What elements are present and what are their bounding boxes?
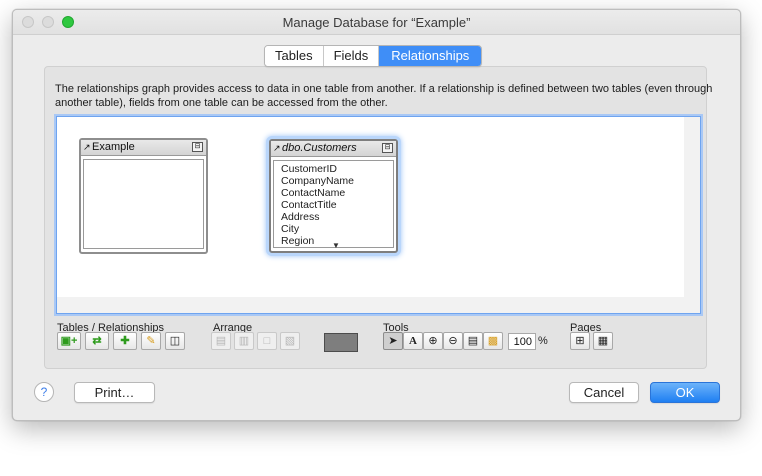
align-icon: ▤ [215,335,227,347]
field-item[interactable]: ContactName [281,187,393,199]
help-button[interactable]: ? [34,382,54,402]
page-layout-button[interactable]: ▦ [593,332,613,350]
align-button[interactable]: ▤ [211,332,231,350]
zoom-out-icon: ⊖ [448,335,458,347]
table-name: Example [92,141,135,153]
scroll-down-arrow-icon[interactable]: ▼ [332,241,340,250]
bar-chart-icon: ▩ [487,335,499,347]
collapse-toggle-icon[interactable]: ⊟ [382,143,393,153]
distribute-button[interactable]: ▥ [234,332,254,350]
pointer-tool-button[interactable]: ➤ [383,332,403,350]
relationships-graph[interactable]: ↗ Example ⊟ ↗ dbo.Customers ⊟ CustomerID… [57,117,684,297]
collapse-tables-button[interactable]: ▧ [280,332,300,350]
text-tool-button[interactable]: A [403,332,423,350]
edit-button[interactable]: ✎ [141,332,161,350]
title-bar[interactable]: Manage Database for “Example” [13,10,740,35]
zoom-out-button[interactable]: ⊖ [443,332,463,350]
table-occurrence-example[interactable]: ↗ Example ⊟ [79,138,208,254]
manage-database-window: Manage Database for “Example” Tables Fie… [12,9,741,421]
field-list-area[interactable]: CustomerID CompanyName ContactName Conta… [273,160,394,250]
page-setup-icon: ▤ [467,335,479,347]
add-table-button[interactable]: ▣+ [57,332,81,350]
page-layout-icon: ▦ [597,335,609,347]
tab-tables[interactable]: Tables [265,46,324,66]
window-title: Manage Database for “Example” [282,15,471,30]
tab-fields[interactable]: Fields [323,46,380,66]
distribute-icon: ▥ [238,335,250,347]
field-list: CustomerID CompanyName ContactName Conta… [274,161,393,247]
add-relationship-icon: ⇄ [92,335,102,347]
show-page-breaks-button[interactable]: ⊞ [570,332,590,350]
add-relationship-button[interactable]: ⇄ [85,332,109,350]
pencil-icon: ✎ [146,335,156,347]
external-link-arrow-icon: ↗ [83,142,91,152]
resize-button[interactable]: □ [257,332,277,350]
page-setup-button[interactable]: ▤ [463,332,483,350]
resize-icon: □ [263,335,271,347]
table-occurrence-dbo-customers[interactable]: ↗ dbo.Customers ⊟ CustomerID CompanyName… [269,139,398,253]
delete-button[interactable]: ◫ [165,332,185,350]
duplicate-button[interactable]: ✚ [113,332,137,350]
field-item[interactable]: ContactTitle [281,199,393,211]
zoom-in-icon: ⊕ [428,335,438,347]
table-name: dbo.Customers [282,142,357,154]
tab-bar: Tables Fields Relationships [264,45,483,67]
relationships-graph-scroll[interactable]: ↗ Example ⊟ ↗ dbo.Customers ⊟ CustomerID… [56,116,701,314]
text-a-icon: A [409,335,417,347]
trash-icon: ◫ [169,335,181,347]
relationships-description: The relationships graph provides access … [55,83,713,109]
add-table-icon: ▣+ [60,335,78,347]
external-link-arrow-icon: ↗ [273,143,281,153]
tab-relationships[interactable]: Relationships [379,46,482,66]
field-item[interactable]: CompanyName [281,175,393,187]
collapse-tables-icon: ▧ [284,335,296,347]
collapse-toggle-icon[interactable]: ⊟ [192,142,203,152]
duplicate-plus-icon: ✚ [120,335,130,347]
percent-label: % [538,335,548,347]
chart-button[interactable]: ▩ [483,332,503,350]
page-breaks-icon: ⊞ [575,335,585,347]
table-header[interactable]: ↗ Example ⊟ [81,140,206,156]
ok-button[interactable]: OK [650,382,720,403]
print-button[interactable]: Print… [74,382,155,403]
table-header[interactable]: ↗ dbo.Customers ⊟ [271,141,396,157]
pointer-arrow-icon: ➤ [388,335,398,347]
field-item[interactable]: City [281,223,393,235]
field-item[interactable]: Address [281,211,393,223]
field-item[interactable]: CustomerID [281,163,393,175]
cancel-button[interactable]: Cancel [569,382,639,403]
color-swatch[interactable] [324,333,358,352]
zoom-in-button[interactable]: ⊕ [423,332,443,350]
zoom-percent-input[interactable] [508,333,536,350]
field-list-area[interactable] [83,159,204,249]
